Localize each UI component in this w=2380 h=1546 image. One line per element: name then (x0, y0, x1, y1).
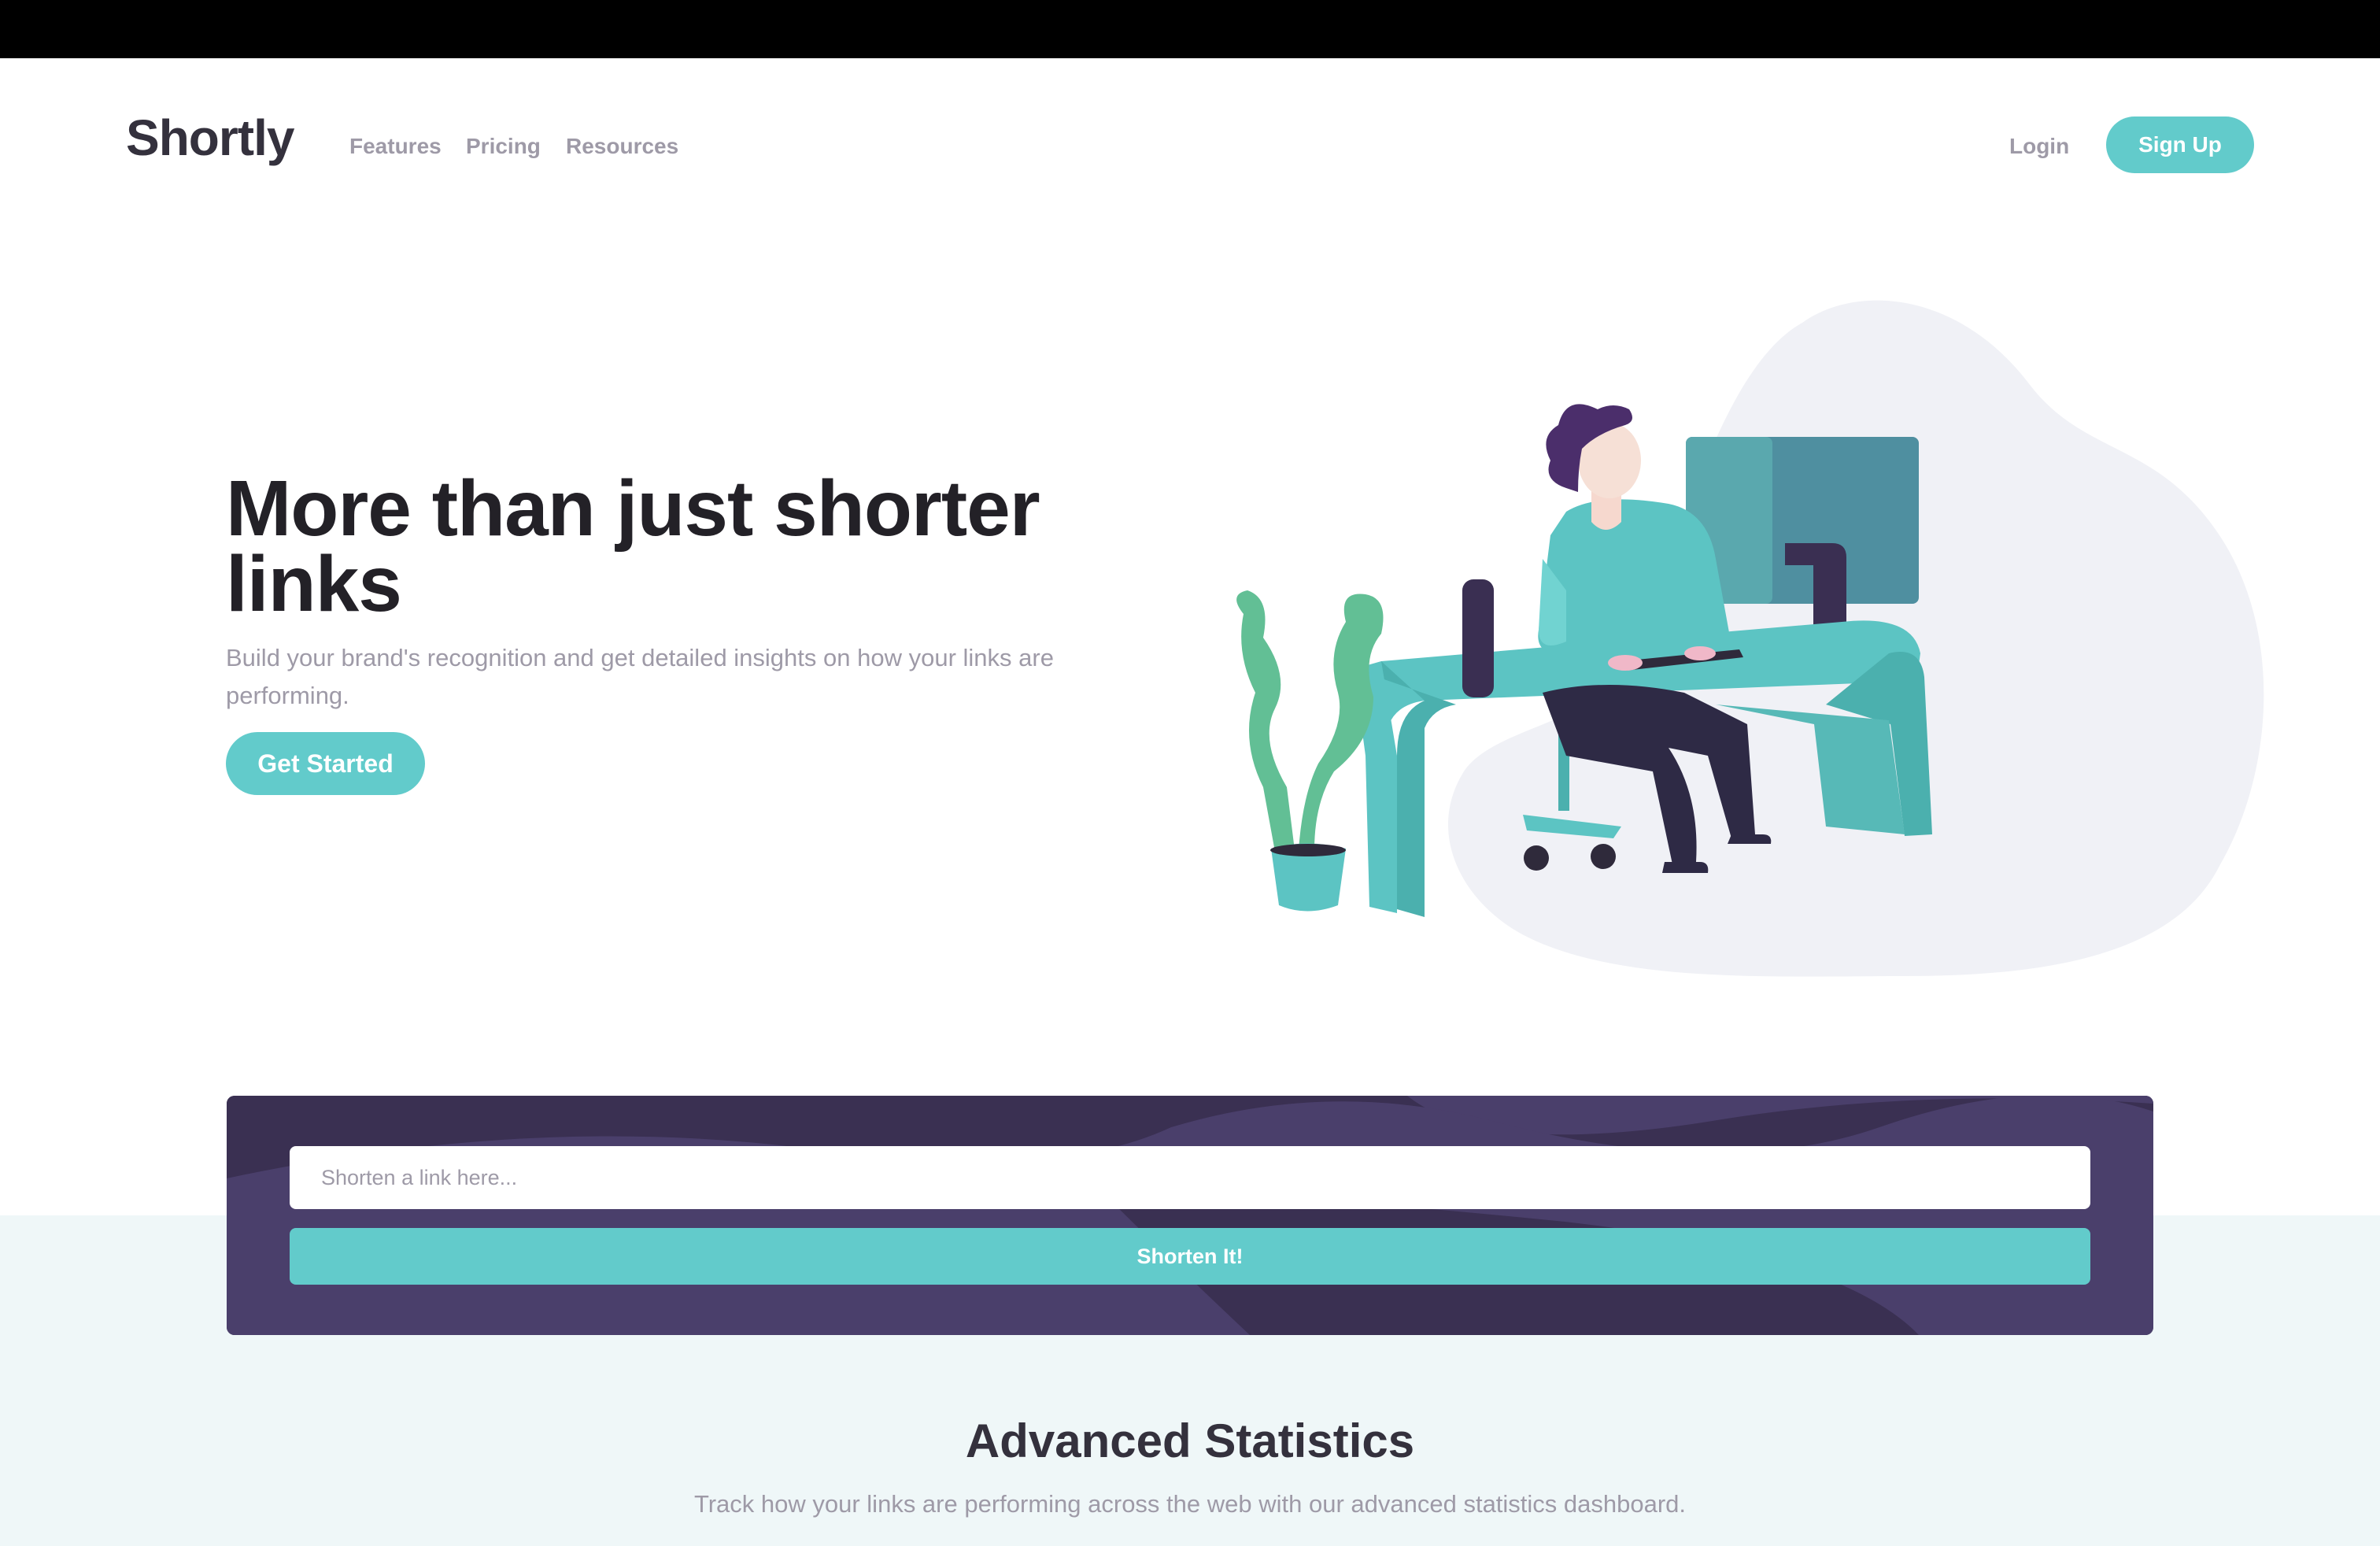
shorten-it-button[interactable]: Shorten It! (290, 1228, 2090, 1285)
plant-leaf-left (1236, 590, 1295, 852)
person-working-illustration (1236, 300, 2264, 977)
person-shoe-left (1662, 862, 1709, 873)
nav-link-resources[interactable]: Resources (566, 134, 678, 159)
shortly-logo[interactable]: Shortly (126, 109, 294, 167)
shorten-background-pattern (227, 1096, 2153, 1335)
advanced-statistics-title: Advanced Statistics (965, 1415, 1415, 1467)
person-shoe-right (1728, 834, 1772, 844)
shorten-link-input[interactable] (290, 1146, 2090, 1209)
nav-link-features[interactable]: Features (349, 134, 442, 159)
chair-back (1462, 579, 1494, 697)
advanced-statistics-subtitle: Track how your links are performing acro… (693, 1490, 1687, 1518)
site-header: Shortly Features Pricing Resources Login… (0, 58, 2380, 231)
get-started-button[interactable]: Get Started (226, 732, 425, 795)
hero-subtitle: Build your brand's recognition and get d… (226, 644, 1054, 709)
sign-up-button[interactable]: Sign Up (2106, 117, 2254, 173)
nav-link-pricing[interactable]: Pricing (466, 134, 541, 159)
login-link[interactable]: Login (2009, 134, 2069, 159)
shorten-form: Shorten It! (227, 1096, 2153, 1335)
browser-top-bar (0, 0, 2380, 58)
hero-title: More than just shorter links (226, 464, 1040, 628)
